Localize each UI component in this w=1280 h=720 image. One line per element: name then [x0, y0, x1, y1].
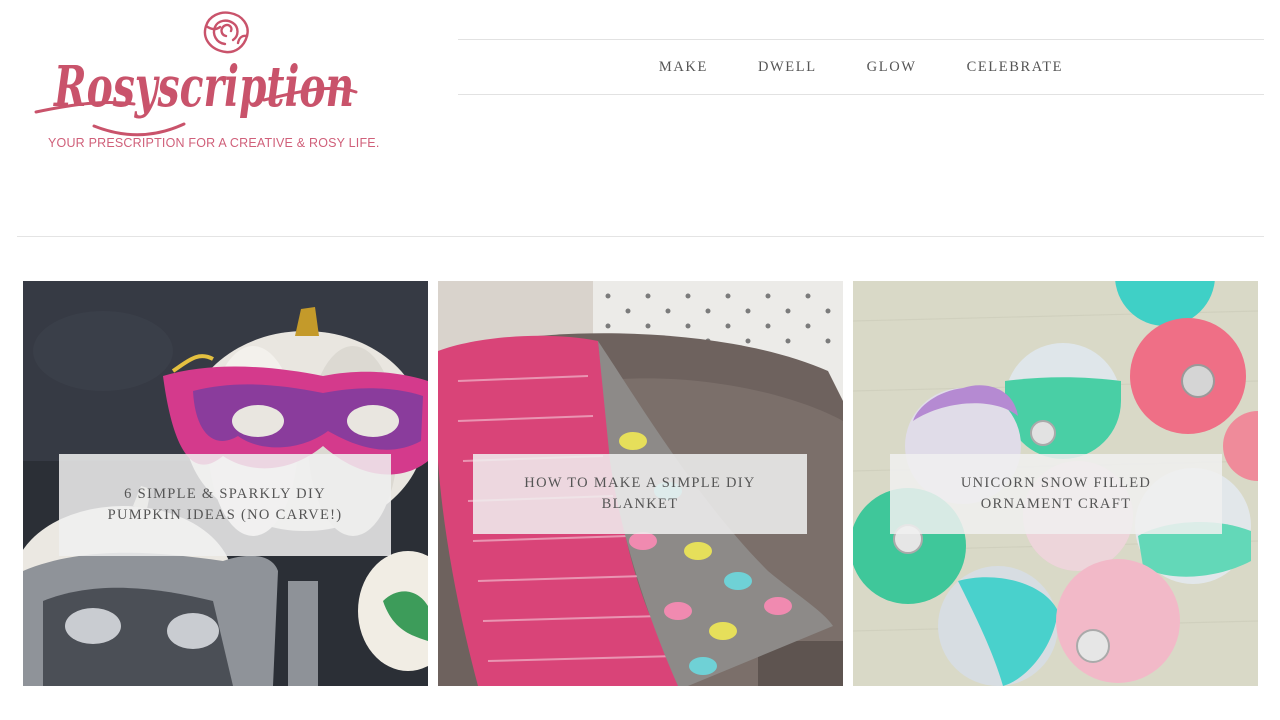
header-divider	[17, 236, 1264, 237]
post-card-ornaments[interactable]: UNICORN SNOW FILLED ORNAMENT CRAFT	[853, 281, 1258, 686]
post-title[interactable]: HOW TO MAKE A SIMPLE DIY BLANKET	[501, 473, 779, 516]
post-card-pumpkins[interactable]: 6 SIMPLE & SPARKLY DIY PUMPKIN IDEAS (NO…	[23, 281, 428, 686]
site-logo[interactable]: Rosyscription YOUR PRESCRIPTION FOR A CR…	[30, 6, 379, 156]
nav-top-border	[458, 39, 1264, 40]
nav-item-dwell[interactable]: DWELL	[758, 59, 817, 76]
post-title-box[interactable]: 6 SIMPLE & SPARKLY DIY PUMPKIN IDEAS (NO…	[59, 454, 391, 556]
logo-text: Rosyscription	[53, 54, 354, 120]
post-card-blanket[interactable]: HOW TO MAKE A SIMPLE DIY BLANKET	[438, 281, 843, 686]
post-title[interactable]: 6 SIMPLE & SPARKLY DIY PUMPKIN IDEAS (NO…	[87, 484, 363, 527]
post-title-box[interactable]: HOW TO MAKE A SIMPLE DIY BLANKET	[473, 454, 807, 534]
nav-item-celebrate[interactable]: CELEBRATE	[967, 59, 1064, 76]
post-title-box[interactable]: UNICORN SNOW FILLED ORNAMENT CRAFT	[890, 454, 1222, 534]
nav-bottom-border	[458, 94, 1264, 95]
nav-item-make[interactable]: MAKE	[659, 59, 708, 76]
site-tagline: YOUR PRESCRIPTION FOR A CREATIVE & ROSY …	[48, 136, 380, 150]
main-nav: MAKE DWELL GLOW CELEBRATE	[458, 38, 1264, 98]
logo-wordmark: Rosyscription	[34, 54, 358, 137]
post-title[interactable]: UNICORN SNOW FILLED ORNAMENT CRAFT	[918, 473, 1194, 516]
nav-item-glow[interactable]: GLOW	[867, 59, 917, 76]
